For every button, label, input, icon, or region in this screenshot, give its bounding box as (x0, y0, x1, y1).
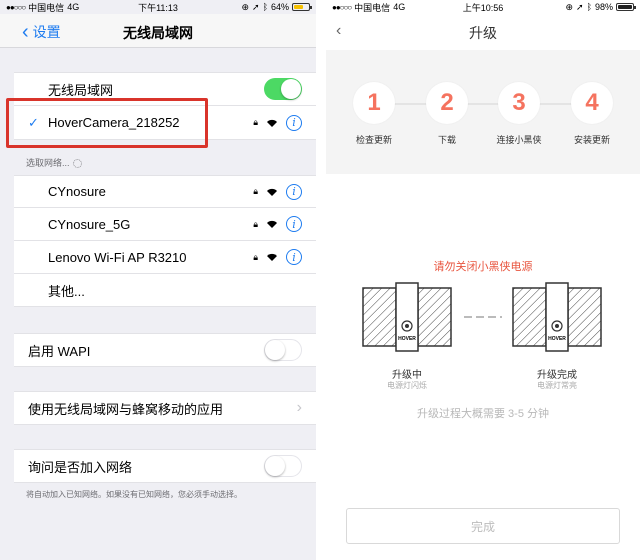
wapi-toggle[interactable] (264, 339, 302, 361)
ask-to-join-row: 询问是否加入网络 (14, 449, 316, 483)
status-bar: ●●○○○ 中国电信 4G 下午11:13 ⊕ ➚ ᛒ 64% (0, 0, 316, 14)
apps-using-wlan-row[interactable]: 使用无线局域网与蜂窝移动的应用 › (14, 391, 316, 425)
network-name: CYnosure_5G (48, 216, 131, 232)
step-label: 连接小黑侠 (496, 135, 542, 145)
ask-to-join-footer: 将自动加入已知网络。如果没有已知网络，您必须手动选择。 (26, 490, 242, 499)
battery-icon (292, 3, 312, 11)
lock-icon: 🔒︎ (253, 251, 258, 262)
chevron-right-icon: › (296, 399, 302, 416)
wlan-label: 无线局域网 (48, 82, 114, 98)
network-name: CYnosure (48, 184, 106, 199)
wifi-icon (267, 119, 277, 127)
device-complete-illustration: HOVER (512, 282, 602, 352)
upgrade-steps: 1 检查更新 2 下载 3 连接小黑侠 4 安装更新 (326, 50, 640, 174)
step-number: 2 (426, 82, 468, 124)
info-icon[interactable]: i (286, 114, 302, 131)
wifi-icon (267, 220, 277, 228)
wapi-label: 启用 WAPI (28, 343, 91, 359)
warning-text: 请勿关闭小黑侠电源 (433, 261, 533, 273)
upgrading-title: 升级中 (392, 370, 422, 381)
ask-to-join-toggle[interactable] (264, 455, 302, 477)
battery-icon (616, 3, 636, 11)
complete-subtitle: 电源灯常亮 (537, 381, 577, 390)
step-3: 3 连接小黑侠 (479, 82, 559, 146)
step-label: 检查更新 (355, 135, 392, 145)
status-time: 上午10:56 (462, 2, 504, 13)
status-time: 下午11:13 (138, 2, 178, 13)
orientation-lock-icon: ⊕ (241, 1, 250, 12)
step-number: 1 (353, 82, 395, 124)
wifi-icon (267, 253, 277, 261)
other-network-row[interactable]: 其他... (14, 274, 316, 307)
carrier-label: 中国电信 (354, 2, 391, 13)
page-title: 无线局域网 (123, 25, 193, 41)
step-2: 2 下载 (407, 82, 487, 146)
network-type: 4G (393, 2, 406, 12)
step-1: 1 检查更新 (334, 82, 414, 146)
red-highlight-box (6, 98, 208, 148)
lock-icon: 🔒︎ (253, 218, 258, 229)
bluetooth-icon: ᛒ (262, 2, 268, 12)
bluetooth-icon: ᛒ (586, 2, 592, 12)
status-bar: ●●○○○ 中国电信 4G 上午10:56 ⊕ ➚ ᛒ 98% (326, 0, 640, 14)
wlan-settings-screen: ●●○○○ 中国电信 4G 下午11:13 ⊕ ➚ ᛒ 64% ‹ 设置 无线局… (0, 0, 316, 560)
upgrade-screen: ●●○○○ 中国电信 4G 上午10:56 ⊕ ➚ ᛒ 98% ‹ 升级 1 检… (326, 0, 640, 560)
done-button[interactable]: 完成 (346, 508, 620, 544)
complete-title: 升级完成 (537, 370, 577, 381)
lock-icon: 🔒︎ (253, 186, 258, 196)
step-number: 3 (498, 82, 540, 124)
battery-percent: 98% (594, 2, 613, 12)
location-icon: ➚ (576, 1, 584, 12)
apps-using-wlan-label: 使用无线局域网与蜂窝移动的应用 (28, 401, 224, 417)
battery-percent: 64% (270, 2, 289, 12)
wifi-icon (267, 188, 277, 196)
duration-hint: 升级过程大概需要 3-5 分钟 (416, 408, 549, 420)
device-upgrading-illustration: HOVER (362, 282, 452, 352)
info-icon[interactable]: i (286, 216, 302, 232)
info-icon[interactable]: i (286, 249, 302, 265)
network-type: 4G (67, 2, 80, 12)
step-label: 下载 (437, 135, 456, 145)
info-icon[interactable]: i (286, 183, 302, 200)
step-number: 4 (571, 82, 613, 124)
navigation-bar: ‹ 设置 无线局域网 (0, 14, 316, 48)
svg-text:HOVER: HOVER (398, 336, 416, 342)
signal-strength-icon: ●●○○○ (6, 2, 26, 12)
network-row[interactable]: CYnosure 🔒︎ i (14, 175, 316, 208)
divider (316, 0, 326, 560)
choose-network-label: 选取网络... (26, 156, 82, 169)
ask-to-join-label: 询问是否加入网络 (28, 459, 133, 475)
step-label: 安装更新 (573, 135, 610, 145)
orientation-lock-icon: ⊕ (565, 1, 574, 12)
carrier-label: 中国电信 (28, 2, 65, 13)
progress-dash (464, 316, 502, 318)
other-network-label: 其他... (48, 283, 85, 299)
step-4: 4 安装更新 (552, 82, 632, 146)
network-name: Lenovo Wi-Fi AP R3210 (48, 249, 187, 265)
network-row[interactable]: Lenovo Wi-Fi AP R3210 🔒︎ i (14, 241, 316, 274)
upgrading-subtitle: 电源灯闪烁 (387, 381, 427, 390)
loading-spinner-icon (72, 159, 82, 169)
lock-icon: 🔒︎ (253, 117, 258, 127)
svg-text:HOVER: HOVER (548, 336, 566, 342)
navigation-bar: ‹ 升级 (326, 14, 640, 48)
wlan-toggle[interactable] (264, 78, 302, 100)
network-row[interactable]: CYnosure_5G 🔒︎ i (14, 208, 316, 241)
wapi-row: 启用 WAPI (14, 333, 316, 367)
page-title: 升级 (469, 25, 497, 41)
location-icon: ➚ (252, 1, 260, 12)
signal-strength-icon: ●●○○○ (332, 2, 352, 12)
